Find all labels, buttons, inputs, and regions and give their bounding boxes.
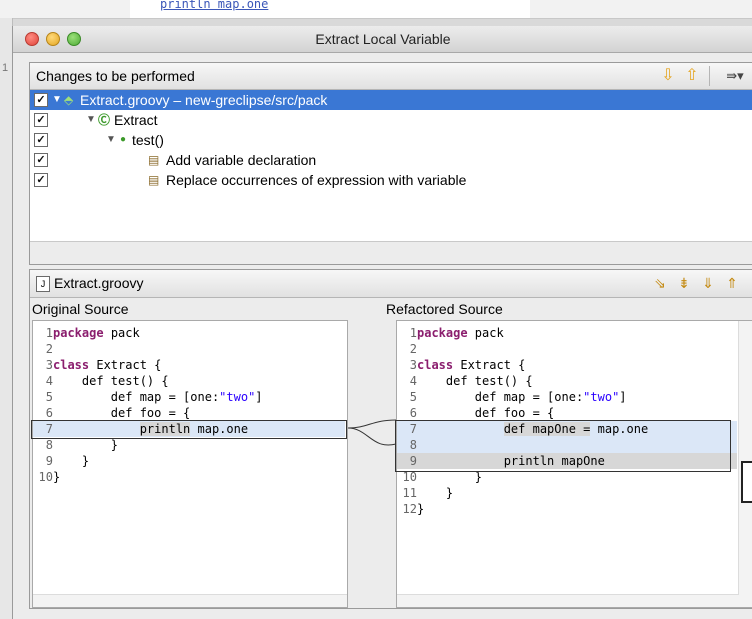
diff-connector-icon <box>347 419 397 446</box>
tree-item-label: Extract <box>114 112 158 128</box>
original-source-title: Original Source <box>32 301 129 317</box>
groovy-file-icon: ⬘ <box>64 93 74 107</box>
line-number: 1 <box>45 326 53 340</box>
code-text: pack <box>110 326 140 340</box>
compare-file-name: Extract.groovy <box>54 275 144 291</box>
tree-item-checkbox[interactable]: ✓ <box>34 93 48 107</box>
copy-left-to-right-icon[interactable]: ⇘ <box>650 274 670 292</box>
keyword-package: package <box>53 326 104 340</box>
tree-item-change[interactable]: ✓ ▤ Add variable declaration <box>30 150 752 170</box>
code-line: 1package pack <box>397 325 504 341</box>
string-literal: "two" <box>219 390 256 404</box>
keyword-class: class <box>417 358 454 372</box>
original-source-pane[interactable]: 1package pack 2 3class Extract { 4 def t… <box>31 320 348 608</box>
refactored-source-title: Refactored Source <box>386 301 503 317</box>
tree-item-checkbox[interactable]: ✓ <box>34 153 48 167</box>
line-number: 5 <box>409 390 417 404</box>
string-literal: "two" <box>583 390 620 404</box>
line-number: 1 <box>409 326 417 340</box>
tree-item-class[interactable]: ✓ ▼ Ⓒ Extract <box>30 110 752 130</box>
title-bar[interactable]: Extract Local Variable <box>13 26 752 53</box>
background-code: println map.one <box>160 0 269 11</box>
tree-item-checkbox[interactable]: ✓ <box>34 113 48 127</box>
code-line: 12} <box>397 501 425 517</box>
line-number: 3 <box>45 358 53 372</box>
keyword-class: class <box>53 358 90 372</box>
line-number: 6 <box>45 406 53 420</box>
changes-title: Changes to be performed <box>36 68 195 84</box>
line-number: 9 <box>45 454 53 468</box>
difference-box <box>395 420 731 472</box>
tree-item-label: test() <box>132 132 164 148</box>
difference-box <box>31 420 347 439</box>
copy-all-icon[interactable]: ⇟ <box>674 274 694 292</box>
code-line: 3class Extract { <box>397 357 526 373</box>
code-line: 3class Extract { <box>33 357 162 373</box>
code-line: 6 def foo = { <box>33 405 191 421</box>
change-icon: ▤ <box>148 173 160 187</box>
filter-changes-menu-button[interactable]: ⇛▾ <box>718 66 752 86</box>
line-number: 2 <box>409 342 417 356</box>
line-number: 10 <box>38 470 53 484</box>
keyword-package: package <box>417 326 468 340</box>
code-line: 8 } <box>33 437 118 453</box>
line-number: 3 <box>409 358 417 372</box>
changes-panel: Changes to be performed ⇩ ⇧ ⇛▾ ✓ ▼ ⬘ Ext… <box>29 62 752 265</box>
extract-local-variable-dialog: Extract Local Variable Changes to be per… <box>12 26 752 619</box>
line-number: 11 <box>402 486 417 500</box>
code-line: 10} <box>33 469 61 485</box>
code-line: 2 <box>33 341 53 357</box>
expand-triangle-icon[interactable]: ▼ <box>52 90 62 110</box>
line-number: 8 <box>45 438 53 452</box>
code-line: 1package pack <box>33 325 140 341</box>
horizontal-scrollbar[interactable] <box>33 594 347 607</box>
change-icon: ▤ <box>148 153 160 167</box>
code-line: 2 <box>397 341 417 357</box>
compare-panel: J Extract.groovy ⇘ ⇟ ⇓ ⇑ Original Source… <box>29 269 752 609</box>
line-number: 4 <box>45 374 53 388</box>
code-line: 6 def foo = { <box>397 405 555 421</box>
expand-triangle-icon[interactable]: ▼ <box>86 110 96 130</box>
class-icon: Ⓒ <box>98 113 111 127</box>
code-line: 5 def map = [one:"two"] <box>33 389 263 405</box>
background-editor: println map.one <box>0 0 752 19</box>
expand-triangle-icon[interactable]: ▼ <box>106 130 116 150</box>
tree-item-checkbox[interactable]: ✓ <box>34 133 48 147</box>
tree-item-file[interactable]: ✓ ▼ ⬘ Extract.groovy – new-greclipse/src… <box>30 90 752 110</box>
diff-overview-marker[interactable] <box>741 461 752 503</box>
line-number: 4 <box>409 374 417 388</box>
line-number: 5 <box>45 390 53 404</box>
line-number: 2 <box>45 342 53 356</box>
tree-item-checkbox[interactable]: ✓ <box>34 173 48 187</box>
line-number: 6 <box>409 406 417 420</box>
previous-change-button[interactable]: ⇧ <box>682 66 702 86</box>
tree-item-label: Extract.groovy – new-greclipse/src/pack <box>80 92 328 108</box>
tree-item-change[interactable]: ✓ ▤ Replace occurrences of expression wi… <box>30 170 752 190</box>
background-editor-text: println map.one <box>160 0 268 11</box>
next-difference-icon[interactable]: ⇓ <box>698 274 718 292</box>
refactored-source-pane[interactable]: 1package pack 2 3class Extract { 4 def t… <box>395 320 752 608</box>
code-line: 4 def test() { <box>397 373 533 389</box>
diff-connector-gutter <box>347 320 397 606</box>
method-icon: ● <box>120 134 127 145</box>
code-line: 4 def test() { <box>33 373 169 389</box>
next-change-button[interactable]: ⇩ <box>658 66 678 86</box>
horizontal-scrollbar[interactable] <box>397 594 739 607</box>
compare-header: J Extract.groovy ⇘ ⇟ ⇓ ⇑ <box>30 270 752 298</box>
changes-footer <box>30 241 752 264</box>
file-icon: J <box>36 276 50 292</box>
tree-item-label: Add variable declaration <box>166 152 317 168</box>
tree-item-label: Replace occurrences of expression with v… <box>166 172 467 188</box>
code-line: 5 def map = [one:"two"] <box>397 389 627 405</box>
background-line-number: 1 <box>2 62 9 74</box>
code-line: 9 } <box>33 453 89 469</box>
previous-difference-icon[interactable]: ⇑ <box>722 274 742 292</box>
code-line: 11 } <box>397 485 454 501</box>
line-number: 12 <box>402 502 417 516</box>
toolbar-separator <box>709 66 710 86</box>
changes-header: Changes to be performed ⇩ ⇧ ⇛▾ <box>30 63 752 90</box>
tree-item-method[interactable]: ✓ ▼ ● test() <box>30 130 752 150</box>
window-title: Extract Local Variable <box>315 31 451 47</box>
